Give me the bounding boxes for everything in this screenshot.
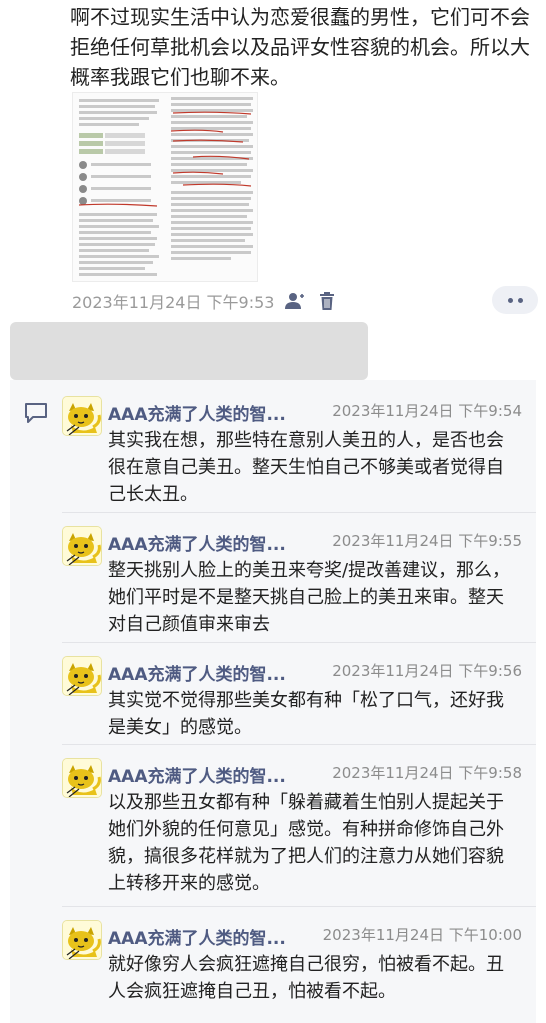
comment-time: 2023年11月24日 下午9:56 — [332, 662, 522, 680]
comment-author[interactable]: AAA充满了人类的智... — [108, 660, 286, 685]
trash-icon[interactable] — [316, 290, 338, 312]
cat-avatar-icon — [63, 527, 101, 565]
comment-text: 以及那些丑女都有种「躲着藏着生怕别人提起关于她们外貌的任何意见」感觉。有种拼命修… — [108, 792, 504, 894]
more-icon[interactable] — [492, 286, 538, 314]
comment-time: 2023年11月24日 下午9:55 — [332, 532, 522, 550]
comment-item: AAA充满了人类的智... 2023年11月24日 下午10:00 就好像穷人会… — [10, 920, 536, 1020]
cat-avatar-icon — [63, 921, 101, 959]
comment-divider — [62, 906, 536, 907]
avatar[interactable] — [62, 656, 102, 696]
comment-divider — [62, 642, 536, 643]
cat-avatar-icon — [63, 397, 101, 435]
comment-text: 其实觉不觉得那些美女都有种「松了口气，还好我是美女」的感觉。 — [108, 690, 504, 738]
post-timestamp: 2023年11月24日 下午9:53 — [72, 293, 275, 312]
comment-author[interactable]: AAA充满了人类的智... — [108, 924, 286, 949]
comments-panel: AAA充满了人类的智... 2023年11月24日 下午9:54 其实我在想，那… — [10, 380, 536, 1023]
avatar[interactable] — [62, 526, 102, 566]
comment-author[interactable]: AAA充满了人类的智... — [108, 400, 286, 425]
user-icon[interactable] — [284, 290, 306, 312]
comment-author[interactable]: AAA充满了人类的智... — [108, 762, 286, 787]
comment-time: 2023年11月24日 下午9:54 — [332, 402, 522, 420]
comment-item: AAA充满了人类的智... 2023年11月24日 下午9:54 其实我在想，那… — [10, 396, 536, 524]
comment-divider — [62, 744, 536, 745]
cat-avatar-icon — [63, 657, 101, 695]
document-thumbnail — [78, 97, 253, 276]
cat-avatar-icon — [63, 759, 101, 797]
post-text: 啊不过现实生活中认为恋爱很蠢的男性，它们可不会拒绝任何草批机会以及品评女性容貌的… — [70, 5, 530, 89]
avatar[interactable] — [62, 396, 102, 436]
comment-item: AAA充满了人类的智... 2023年11月24日 下午9:55 整天挑别人脸上… — [10, 526, 536, 654]
avatar[interactable] — [62, 758, 102, 798]
comment-author[interactable]: AAA充满了人类的智... — [108, 530, 286, 555]
comment-text: 整天挑别人脸上的美丑来夸奖/提改善建议，那么，她们平时是不是整天挑自己脸上的美丑… — [108, 560, 511, 635]
comment-divider — [62, 512, 536, 513]
redacted-likes-bar — [10, 322, 368, 380]
comment-item: AAA充满了人类的智... 2023年11月24日 下午9:56 其实觉不觉得那… — [10, 656, 536, 756]
comment-time: 2023年11月24日 下午10:00 — [322, 926, 522, 944]
post-image[interactable] — [72, 92, 258, 282]
comment-item: AAA充满了人类的智... 2023年11月24日 下午9:58 以及那些丑女都… — [10, 758, 536, 914]
avatar[interactable] — [62, 920, 102, 960]
comment-text: 其实我在想，那些特在意别人美丑的人，是否也会很在意自己美丑。整天生怕自己不够美或… — [108, 430, 504, 505]
post-meta: 2023年11月24日 下午9:53 — [72, 289, 338, 313]
comment-time: 2023年11月24日 下午9:58 — [332, 764, 522, 782]
comment-text: 就好像穷人会疯狂遮掩自己很穷，怕被看不起。丑人会疯狂遮掩自己丑，怕被看不起。 — [108, 954, 504, 1002]
